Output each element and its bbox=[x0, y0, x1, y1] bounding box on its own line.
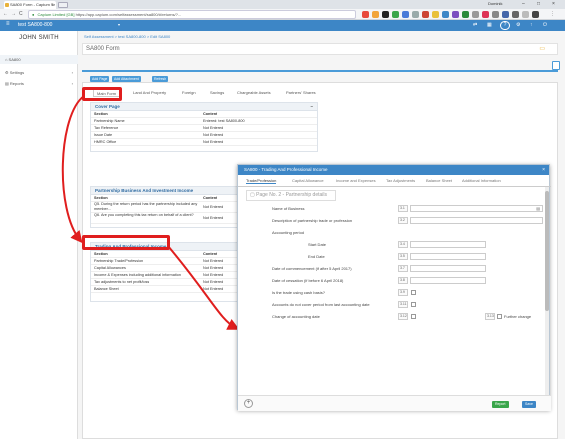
tab-trade-profession[interactable]: Trade/Profession bbox=[246, 178, 277, 184]
dialog-subtitle-text: Page No. 2 - Partnership details bbox=[256, 192, 327, 198]
field-code: 3.12 bbox=[398, 313, 408, 320]
dialog-title: SA800 - Trading And Professional Income bbox=[244, 167, 328, 172]
field-code: 3.8 bbox=[398, 277, 408, 284]
tab-tax-adjustments[interactable]: Tax Adjustments bbox=[386, 178, 415, 183]
report-button[interactable]: Report bbox=[492, 401, 509, 408]
field-code: 3.5 bbox=[398, 253, 408, 260]
dialog-subtitle: ▢ Page No. 2 - Partnership details bbox=[246, 190, 336, 201]
field-label: Date of cessation (if before 6 April 201… bbox=[272, 278, 344, 283]
field-code: 3.4 bbox=[398, 241, 408, 248]
field-label: Date of commencement (if after 5 April 2… bbox=[272, 266, 352, 271]
field-code: 3.7 bbox=[398, 265, 408, 272]
field-code: 3.13 bbox=[485, 313, 495, 320]
field-label: Accounts do not cover period from last a… bbox=[272, 302, 370, 307]
trade-description-input[interactable] bbox=[410, 217, 543, 224]
period-not-covered-checkbox[interactable] bbox=[411, 302, 416, 307]
tab-capital-allowance[interactable]: Capital Allowance bbox=[292, 178, 324, 183]
field-label: Name of Business bbox=[272, 206, 305, 211]
field-label: Description of partnership trade or prof… bbox=[272, 218, 353, 223]
start-date-input[interactable] bbox=[410, 241, 486, 248]
change-accounting-date-checkbox[interactable] bbox=[411, 314, 416, 319]
cash-basis-checkbox[interactable] bbox=[411, 290, 416, 295]
end-date-input[interactable] bbox=[410, 253, 486, 260]
field-label: End Date bbox=[308, 254, 325, 259]
cessation-date-input[interactable] bbox=[410, 277, 486, 284]
field-code: 3.2 bbox=[398, 217, 408, 224]
arrow-trading-to-dialog bbox=[167, 245, 240, 330]
field-code: 3.1 bbox=[398, 205, 408, 212]
name-of-business-input[interactable]: ▤ bbox=[410, 205, 543, 212]
tab-income-expenses[interactable]: Income and Expenses bbox=[336, 178, 376, 183]
tab-balance-sheet[interactable]: Balance Sheet bbox=[426, 178, 452, 183]
save-button[interactable]: Save bbox=[522, 401, 536, 408]
dialog-header: SA800 - Trading And Professional Income … bbox=[238, 165, 549, 175]
dialog-tabs: Trade/Profession Capital Allowance Incom… bbox=[238, 175, 551, 187]
edit-icon[interactable]: ▤ bbox=[536, 206, 540, 211]
arrow-main-to-trading bbox=[61, 95, 85, 244]
field-label: Is the trade using cash basis? bbox=[272, 290, 325, 295]
add-icon[interactable]: + bbox=[244, 399, 253, 408]
commencement-date-input[interactable] bbox=[410, 265, 486, 272]
field-label: Start Date bbox=[308, 242, 327, 247]
further-change-label: Further change bbox=[504, 314, 532, 319]
dialog-scrollbar[interactable] bbox=[545, 187, 549, 395]
field-label: Change of accounting date bbox=[272, 314, 320, 319]
field-code: 3.11 bbox=[398, 301, 408, 308]
close-icon[interactable]: × bbox=[542, 165, 545, 175]
field-label: Accounting period bbox=[272, 230, 305, 235]
scrollbar-thumb[interactable] bbox=[545, 191, 549, 311]
dialog-footer: + Report Save bbox=[238, 395, 551, 411]
field-code: 3.9 bbox=[398, 289, 408, 296]
tab-additional-information[interactable]: Additional Information bbox=[462, 178, 501, 183]
further-change-checkbox[interactable] bbox=[497, 314, 502, 319]
trading-income-dialog: SA800 - Trading And Professional Income … bbox=[237, 164, 551, 411]
